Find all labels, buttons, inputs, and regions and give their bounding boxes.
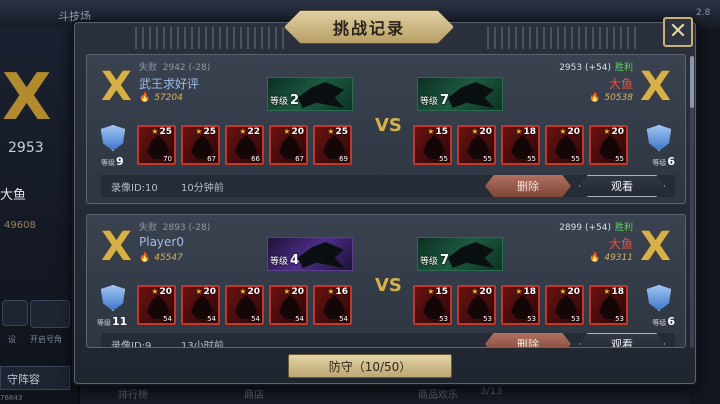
delete-button[interactable]: 删除: [485, 333, 571, 347]
replay-id: 录像ID:9: [111, 341, 152, 348]
vs-label: VS: [375, 115, 402, 136]
right-result: 2953 (+54) 胜利: [559, 63, 633, 73]
bottom-bar: [80, 386, 690, 404]
hero-card[interactable]: 1654: [313, 285, 352, 325]
shield-icon: [101, 125, 125, 151]
top-right-counter: 2.8: [696, 8, 711, 18]
replay-id: 录像ID:10: [111, 183, 158, 194]
battle-record: X X 失败 2942 (-28) 武王求好评 🔥 57204 2953 (+54…: [86, 54, 686, 204]
bottom-tab-ranking[interactable]: 排行榜: [118, 386, 148, 401]
dragon-icon: [448, 82, 494, 108]
right-shield-level: 等级6: [652, 155, 675, 168]
hero-card[interactable]: 1853: [501, 285, 540, 325]
game-screen: 斗技场 2.8 X 2953 大鱼 49608 设 开启号角 守阵容 76843…: [0, 0, 720, 404]
rank-x-icon-right: X: [640, 224, 671, 270]
dragon-icon: [298, 82, 344, 108]
right-dragon-banner: 等级 7: [417, 237, 503, 271]
settings-label: 设: [8, 335, 16, 344]
footer-id: 76843: [0, 394, 23, 402]
left-power: 🔥 57204: [139, 93, 183, 103]
right-result: 2899 (+54) 胜利: [559, 223, 633, 233]
right-player-name: 大鱼: [608, 237, 633, 251]
fire-icon: 🔥: [589, 93, 601, 103]
scroll-thumb[interactable]: [690, 56, 694, 108]
watch-button[interactable]: 观看: [579, 333, 665, 347]
left-player-name: Player0: [139, 235, 184, 249]
right-shield-level: 等级6: [652, 315, 675, 328]
hero-card[interactable]: 2567: [181, 125, 220, 165]
replay-info-bar: 录像ID:9 13小时前 删除 观看: [101, 333, 675, 348]
settings-icon[interactable]: [2, 300, 28, 326]
bottom-tab-count: 3/13: [480, 386, 503, 397]
hero-card[interactable]: 2054: [181, 285, 220, 325]
rank-x-icon-right: X: [640, 64, 671, 110]
time-ago: 13小时前: [181, 341, 224, 348]
hero-card[interactable]: 2053: [545, 285, 584, 325]
player-name: 大鱼: [0, 188, 27, 203]
dialog-title: 挑战记录: [284, 10, 454, 44]
left-shield-level: 等级11: [97, 315, 128, 328]
hero-card[interactable]: 2055: [457, 125, 496, 165]
hero-card[interactable]: 2266: [225, 125, 264, 165]
left-result: 失败 2893 (-28): [139, 223, 211, 233]
left-result: 失败 2942 (-28): [139, 63, 211, 73]
watch-button[interactable]: 观看: [579, 175, 665, 197]
right-player-name: 大鱼: [608, 77, 633, 91]
rank-x-icon-left: X: [101, 224, 132, 270]
player-score: 2953: [8, 140, 44, 156]
defense-button[interactable]: 防守（10/50）: [288, 354, 452, 378]
left-power: 🔥 45547: [139, 253, 183, 263]
hero-card[interactable]: 2054: [225, 285, 264, 325]
shield-icon: [647, 125, 671, 151]
horn-label: 开启号角: [30, 335, 62, 344]
scrollbar[interactable]: [690, 56, 694, 348]
left-dragon-banner: 等级 4: [267, 237, 353, 271]
hero-card[interactable]: 2055: [545, 125, 584, 165]
close-icon[interactable]: ✕: [663, 17, 693, 47]
hero-card[interactable]: 1853: [589, 285, 628, 325]
title-ornament-left: [135, 27, 285, 49]
fire-icon: 🔥: [139, 93, 151, 103]
hero-card[interactable]: 2067: [269, 125, 308, 165]
fire-icon: 🔥: [139, 253, 151, 263]
right-dragon-banner: 等级 7: [417, 77, 503, 111]
left-shield-level: 等级9: [101, 155, 124, 168]
right-power: 🔥 49311: [589, 253, 633, 263]
player-power: 49608: [4, 220, 36, 231]
hero-card[interactable]: 2055: [589, 125, 628, 165]
bottom-tab-shop[interactable]: 商店: [244, 386, 264, 401]
horn-icon[interactable]: [30, 300, 70, 328]
rank-x-icon-left: X: [101, 64, 132, 110]
dragon-icon: [298, 242, 344, 268]
vs-label: VS: [375, 275, 402, 296]
shield-icon: [101, 285, 125, 311]
hero-card[interactable]: 1855: [501, 125, 540, 165]
left-player-name: 武王求好评: [139, 77, 200, 91]
time-ago: 10分钟前: [181, 183, 224, 194]
battle-record: X X 失败 2893 (-28) Player0 🔥 45547 2899 (+…: [86, 214, 686, 348]
hero-card[interactable]: 2053: [457, 285, 496, 325]
hero-card[interactable]: 1553: [413, 285, 452, 325]
hero-card[interactable]: 1555: [413, 125, 452, 165]
left-dragon-banner: 等级 2: [267, 77, 353, 111]
shield-icon: [647, 285, 671, 311]
title-ornament-right: [487, 27, 637, 49]
replay-info-bar: 录像ID:10 10分钟前 删除 观看: [101, 175, 675, 197]
dragon-icon: [448, 242, 494, 268]
fire-icon: 🔥: [589, 253, 601, 263]
hero-card[interactable]: 2569: [313, 125, 352, 165]
hero-card[interactable]: 2054: [269, 285, 308, 325]
hero-card[interactable]: 2054: [137, 285, 176, 325]
delete-button[interactable]: 删除: [485, 175, 571, 197]
hero-card[interactable]: 2570: [137, 125, 176, 165]
defense-team-button[interactable]: 守阵容: [0, 366, 70, 390]
bottom-tab-fun[interactable]: 商品欢乐: [418, 386, 458, 401]
rank-x-icon: X: [2, 61, 52, 135]
right-power: 🔥 50538: [589, 93, 633, 103]
